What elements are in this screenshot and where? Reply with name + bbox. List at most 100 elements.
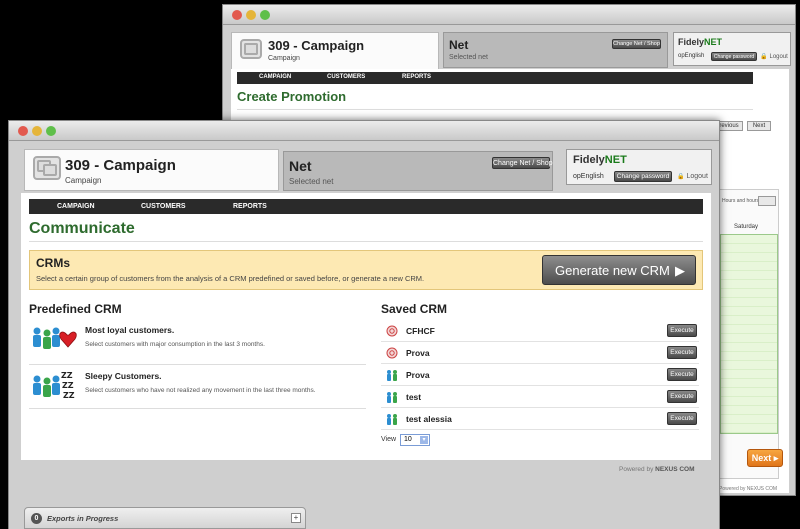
campaign-logo-icon (240, 39, 262, 59)
front-titlebar (9, 121, 719, 141)
front-navbar: CAMPAIGN CUSTOMERS REPORTS (29, 199, 703, 214)
calendar-panel: Hours and hours Saturday (719, 189, 779, 479)
crm-banner: CRMs Select a certain group of customers… (29, 250, 703, 290)
saved-crm-row: Prova Execute (381, 342, 699, 364)
predefined-crm-heading: Predefined CRM (29, 302, 122, 316)
predefined-item-desc: Select customers with major consumption … (85, 341, 265, 348)
change-net-button[interactable]: Change Net / Shop (612, 39, 661, 49)
saved-crm-name: CFHCF (406, 326, 435, 336)
chevron-down-icon: ▾ (420, 436, 428, 444)
close-icon[interactable] (18, 126, 28, 136)
people-icon (387, 392, 397, 403)
campaign-subtitle: Campaign (268, 55, 300, 62)
campaign-subtitle: Campaign (65, 176, 102, 185)
hours-toggle[interactable] (758, 196, 776, 206)
target-icon (386, 325, 398, 337)
close-icon[interactable] (232, 10, 242, 20)
crm-banner-title: CRMs (36, 256, 71, 270)
nav-customers[interactable]: CUSTOMERS (327, 74, 365, 80)
saved-crm-heading: Saved CRM (381, 302, 448, 316)
nav-campaign[interactable]: CAMPAIGN (57, 203, 95, 210)
minimize-icon[interactable] (32, 126, 42, 136)
net-subtitle: Selected net (449, 54, 488, 61)
play-icon: ▶ (675, 263, 685, 278)
svg-text:ZZ: ZZ (63, 391, 75, 399)
nav-reports[interactable]: REPORTS (233, 203, 267, 210)
divider (29, 241, 703, 242)
predefined-item-desc: Select customers who have not realized a… (85, 387, 316, 394)
predefined-item-title: Most loyal customers. (85, 325, 175, 335)
back-navbar: CAMPAIGN CUSTOMERS REPORTS (237, 72, 753, 84)
back-powered-by: Powered by NEXUS COM (719, 486, 778, 492)
fidely-panel: FidelyNET opEnglish Change password Logo… (673, 32, 791, 66)
campaign-header: 309 - Campaign Campaign (24, 149, 279, 191)
language-label: opEnglish (573, 173, 604, 180)
maximize-icon[interactable] (46, 126, 56, 136)
view-count-select[interactable]: 10 ▾ (400, 434, 430, 446)
svg-text:ZZ: ZZ (61, 371, 73, 380)
minimize-icon[interactable] (246, 10, 256, 20)
predefined-item-title: Sleepy Customers. (85, 371, 162, 381)
expand-icon[interactable]: + (291, 513, 301, 523)
back-page-title: Create Promotion (237, 89, 347, 104)
execute-button[interactable]: Execute (667, 412, 697, 425)
saved-crm-row: test alessia Execute (381, 408, 699, 430)
saved-crm-row: test Execute (381, 386, 699, 408)
fidely-panel: FidelyNET opEnglish Change password Logo… (566, 149, 712, 185)
net-title: Net (289, 158, 312, 174)
saved-crm-row: CFHCF Execute (381, 320, 699, 342)
nav-campaign[interactable]: CAMPAIGN (259, 74, 291, 80)
svg-text:ZZ: ZZ (62, 381, 74, 390)
next-small-button[interactable]: Next (747, 121, 771, 131)
maximize-icon[interactable] (260, 10, 270, 20)
back-titlebar (223, 5, 795, 25)
people-icon (387, 370, 397, 381)
powered-by-label: Powered by (619, 466, 654, 473)
divider (237, 109, 753, 110)
nexus-logo: NEXUS COM (655, 466, 695, 473)
page-title: Communicate (29, 220, 135, 237)
saved-crm-name: test alessia (406, 414, 452, 424)
change-net-button[interactable]: Change Net / Shop (492, 157, 553, 169)
predefined-item-sleepy[interactable]: ZZ ZZ ZZ Sleepy Customers. Select custom… (29, 365, 366, 409)
next-button[interactable]: Next ▸ (747, 449, 783, 467)
fidely-logo: FidelyNET (573, 154, 627, 166)
powered-by: Powered by NEXUS COM (619, 466, 695, 473)
sleepy-customers-icon: ZZ ZZ ZZ (33, 371, 75, 399)
logout-link[interactable]: Logout (760, 53, 787, 60)
net-card: Net Selected net Change Net / Shop (443, 32, 668, 68)
nav-customers[interactable]: CUSTOMERS (141, 203, 186, 210)
execute-button[interactable]: Execute (667, 390, 697, 403)
exports-bar[interactable]: 0 Exports in Progress + (24, 507, 306, 529)
predefined-item-loyal[interactable]: Most loyal customers. Select customers w… (29, 319, 366, 365)
saved-crm-name: Prova (406, 370, 430, 380)
fidely-logo: FidelyNET (678, 37, 723, 47)
execute-button[interactable]: Execute (667, 346, 697, 359)
generate-new-crm-button[interactable]: Generate new CRM ▶ (542, 255, 696, 285)
campaign-logo-icon (33, 156, 61, 180)
net-subtitle: Selected net (289, 177, 334, 186)
front-window: 309 - Campaign Campaign Net Selected net… (8, 120, 720, 529)
campaign-title: 309 - Campaign (65, 157, 176, 174)
change-password-button[interactable]: Change password (711, 52, 757, 61)
day-label: Saturday (734, 224, 759, 230)
crm-banner-text: Select a certain group of customers from… (36, 274, 425, 283)
net-title: Net (449, 38, 469, 52)
saved-crm-name: Prova (406, 348, 430, 358)
calendar-grid[interactable] (720, 234, 778, 434)
view-count-value: 10 (404, 436, 412, 443)
language-label: opEnglish (678, 53, 705, 59)
nav-reports[interactable]: REPORTS (402, 74, 431, 80)
hours-label: Hours and hours (722, 198, 759, 204)
exports-count-badge: 0 (31, 513, 42, 524)
loyal-customers-icon (33, 327, 77, 349)
execute-button[interactable]: Execute (667, 324, 697, 337)
people-icon (387, 414, 397, 425)
change-password-button[interactable]: Change password (614, 171, 672, 182)
logout-link[interactable]: Logout (677, 173, 707, 180)
net-card: Net Selected net Change Net / Shop (283, 151, 553, 191)
execute-button[interactable]: Execute (667, 368, 697, 381)
campaign-title: 309 - Campaign (268, 38, 365, 53)
view-label: View (381, 436, 397, 443)
saved-crm-name: test (406, 392, 422, 402)
